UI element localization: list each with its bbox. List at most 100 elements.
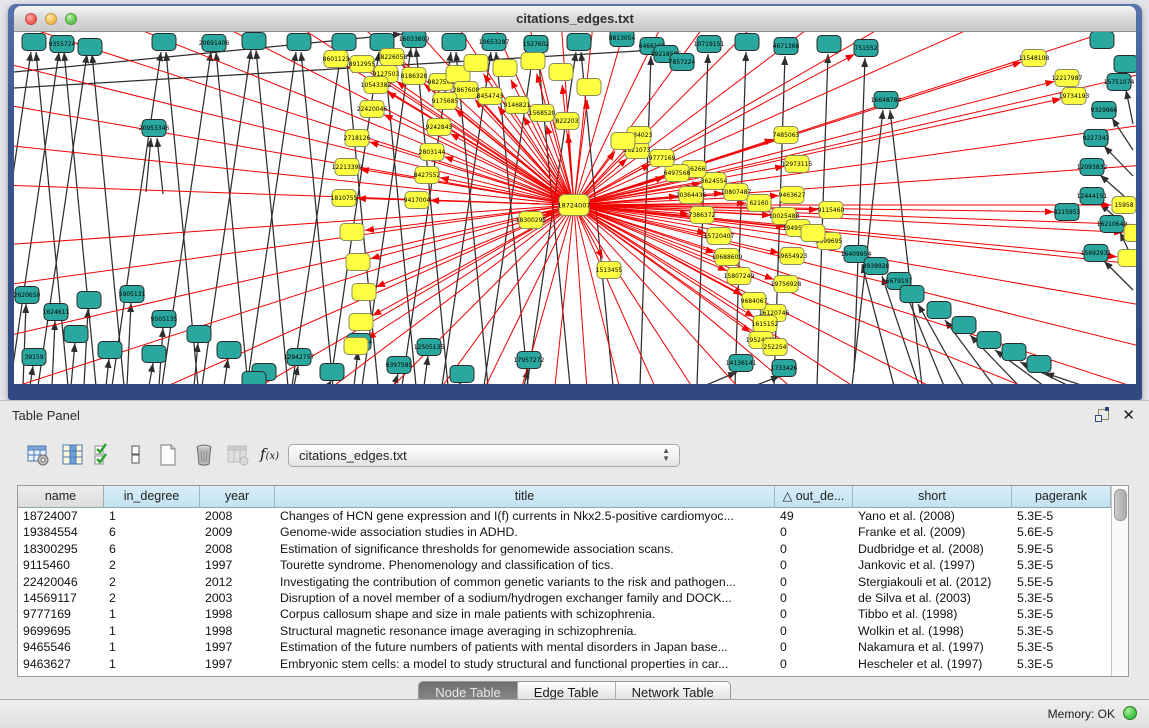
network-node[interactable]	[493, 60, 517, 77]
network-node[interactable]: 12505135	[414, 339, 445, 356]
network-node[interactable]	[927, 302, 951, 319]
table-scrollbar[interactable]	[1111, 486, 1128, 676]
select-columns-icon[interactable]	[92, 443, 118, 469]
network-node[interactable]: 20953346	[139, 120, 170, 137]
network-node[interactable]	[77, 292, 101, 309]
network-graph[interactable]: 9355724206914061603380910653287152760288…	[14, 32, 1136, 384]
network-node[interactable]: 8427552	[414, 167, 441, 184]
network-node[interactable]	[370, 34, 394, 51]
network-node[interactable]: 9463627	[779, 187, 806, 204]
network-node[interactable]	[187, 326, 211, 343]
network-node[interactable]	[64, 326, 88, 343]
network-node[interactable]	[611, 133, 635, 150]
close-panel-icon[interactable]: ✕	[1122, 406, 1135, 424]
network-node[interactable]: 2803144	[419, 144, 446, 161]
network-node[interactable]: 19654923	[777, 248, 808, 265]
table-row[interactable]: 1456911722003Disruption of a novel membe…	[18, 590, 1111, 606]
float-panel-icon[interactable]	[1095, 409, 1109, 423]
network-node[interactable]: 8912955	[349, 56, 376, 73]
scrollbar-thumb[interactable]	[1114, 489, 1127, 521]
network-node[interactable]: 10653287	[479, 34, 510, 51]
network-hub-node[interactable]: 18724007	[557, 195, 590, 216]
network-node[interactable]	[1027, 356, 1051, 373]
memory-status-indicator[interactable]	[1123, 706, 1137, 720]
network-node[interactable]: 11548108	[1019, 50, 1050, 67]
network-node[interactable]: 10719151	[694, 36, 725, 53]
network-node[interactable]: 2718126	[344, 130, 371, 147]
network-node[interactable]: 15720407	[704, 228, 735, 245]
network-node[interactable]: 7386372	[689, 207, 716, 224]
network-node[interactable]: 9684067	[741, 293, 768, 310]
network-canvas[interactable]: 9355724206914061603380910653287152760288…	[14, 32, 1136, 384]
network-node[interactable]	[1118, 250, 1136, 267]
table-row[interactable]: 1830029562008Estimation of significance …	[18, 541, 1111, 557]
table-row[interactable]: 1938455462009Genome-wide association stu…	[18, 524, 1111, 540]
network-node[interactable]: 62160	[747, 195, 771, 212]
new-table-icon[interactable]	[156, 443, 182, 469]
network-node[interactable]	[152, 34, 176, 51]
network-node[interactable]	[464, 55, 488, 72]
network-node[interactable]: 1810755	[331, 190, 358, 207]
network-node[interactable]: 6497568	[664, 165, 691, 182]
network-node[interactable]	[977, 332, 1001, 349]
row-height-icon[interactable]	[124, 443, 150, 469]
network-node[interactable]: 14136141	[726, 355, 757, 372]
column-header-year[interactable]: year	[200, 486, 275, 508]
table-selector-dropdown[interactable]: citations_edges.txt ▲▼	[288, 444, 680, 467]
network-node[interactable]: 10543382	[361, 77, 392, 94]
network-node[interactable]	[1114, 56, 1136, 73]
network-node[interactable]	[450, 366, 474, 383]
network-node[interactable]	[142, 346, 166, 363]
network-node[interactable]	[1124, 225, 1136, 242]
network-node[interactable]: 12444151	[1077, 188, 1108, 205]
network-node[interactable]: 16033809	[399, 32, 430, 48]
network-node[interactable]	[78, 39, 102, 56]
network-node[interactable]: 9355724	[49, 36, 76, 53]
network-node[interactable]: 39159	[22, 349, 46, 366]
network-node[interactable]: 12973115	[782, 156, 813, 173]
network-node[interactable]: 19756928	[771, 276, 802, 293]
network-node[interactable]: 9242843	[426, 119, 453, 136]
network-node[interactable]	[320, 364, 344, 381]
network-node[interactable]	[242, 33, 266, 50]
column-header-title[interactable]: title	[275, 486, 775, 508]
table-settings-icon[interactable]	[26, 443, 52, 469]
network-node[interactable]: 9417004	[404, 192, 431, 209]
network-node[interactable]	[332, 34, 356, 51]
table-row[interactable]: 911546021997Tourette syndrome. Phenomeno…	[18, 557, 1111, 573]
network-node[interactable]: 20691406	[199, 35, 230, 52]
table-row[interactable]: 1872400712008Changes of HCN gene express…	[18, 508, 1111, 524]
network-node[interactable]: 4671368	[773, 38, 800, 55]
column-header-pagerank[interactable]: pagerank	[1012, 486, 1111, 508]
network-node[interactable]: 9505135	[151, 311, 178, 328]
network-node[interactable]	[1002, 344, 1026, 361]
column-header-in_degree[interactable]: in_degree	[104, 486, 200, 508]
delete-table-icon[interactable]	[192, 443, 218, 469]
network-node[interactable]	[521, 53, 545, 70]
network-node[interactable]: 12942757	[284, 349, 315, 366]
network-node[interactable]: 751552	[854, 40, 878, 57]
network-node[interactable]: 15751074	[1104, 74, 1135, 91]
network-node[interactable]	[817, 36, 841, 53]
network-node[interactable]: 18300295	[516, 212, 547, 229]
network-node[interactable]: 15692931	[1081, 245, 1112, 262]
network-node[interactable]: 9146821	[504, 97, 531, 114]
column-header-out_de[interactable]: △ out_de...	[775, 486, 853, 508]
network-node[interactable]: 2620650	[14, 287, 41, 304]
network-node[interactable]: 22420046	[357, 101, 388, 118]
network-node[interactable]: 15958	[1112, 197, 1136, 214]
function-builder-icon[interactable]: f(x)	[260, 445, 286, 471]
network-node[interactable]: 9115460	[818, 202, 845, 219]
network-node[interactable]: 9397585	[386, 357, 413, 374]
network-node[interactable]	[217, 342, 241, 359]
network-node[interactable]: 9329966	[1091, 102, 1118, 119]
network-node[interactable]	[287, 34, 311, 51]
network-node[interactable]: 8938928	[863, 258, 890, 275]
network-node[interactable]: 9175685	[432, 93, 459, 110]
network-node[interactable]	[900, 286, 924, 303]
column-header-short[interactable]: short	[853, 486, 1012, 508]
network-node[interactable]: 8601123	[323, 51, 350, 68]
network-node[interactable]: 8813054	[609, 32, 636, 47]
network-node[interactable]: 1733426	[771, 360, 798, 377]
show-column-icon[interactable]	[61, 443, 87, 469]
